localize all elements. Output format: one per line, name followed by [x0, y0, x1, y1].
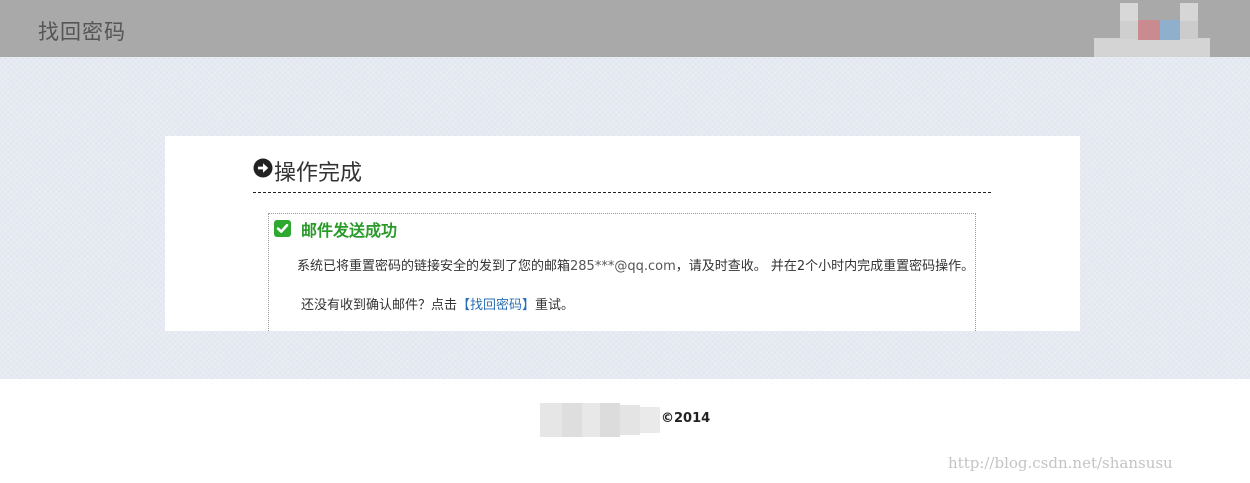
email-sent-text-tail: ，请及时查收。 并在2个小时内完成重置密码操作。: [675, 259, 975, 274]
header-bar: 找回密码: [0, 0, 1250, 57]
retry-text: 还没有收到确认邮件？点击: [301, 298, 458, 313]
panel-heading: 操作完成: [253, 154, 991, 193]
success-title: 邮件发送成功: [301, 221, 398, 240]
email-sent-message: 系统已将重置密码的链接安全的发到了您的邮箱285***@qq.com，请及时查收…: [269, 257, 975, 276]
check-square-icon: [274, 220, 291, 237]
retry-text-tail: 重试。: [535, 298, 575, 313]
success-message-box: 邮件发送成功 系统已将重置密码的链接安全的发到了您的邮箱285***@qq.co…: [268, 213, 976, 331]
arrow-circle-right-icon: [253, 158, 273, 178]
blurred-company-name: [540, 403, 660, 437]
panel-title: 操作完成: [274, 161, 363, 186]
watermark-url: http://blog.csdn.net/shansusu: [948, 454, 1173, 472]
retry-message: 还没有收到确认邮件？点击【找回密码】重试。: [301, 296, 574, 315]
email-sent-text: 系统已将重置密码的链接安全的发到了您的邮箱: [297, 259, 571, 274]
masked-email: 285***@qq.com: [570, 259, 676, 274]
copyright-text: ©2014: [661, 411, 711, 426]
retrieve-password-link[interactable]: 【找回密码】: [457, 298, 535, 313]
page-title: 找回密码: [38, 20, 126, 44]
blurred-logo: [1094, 0, 1210, 57]
